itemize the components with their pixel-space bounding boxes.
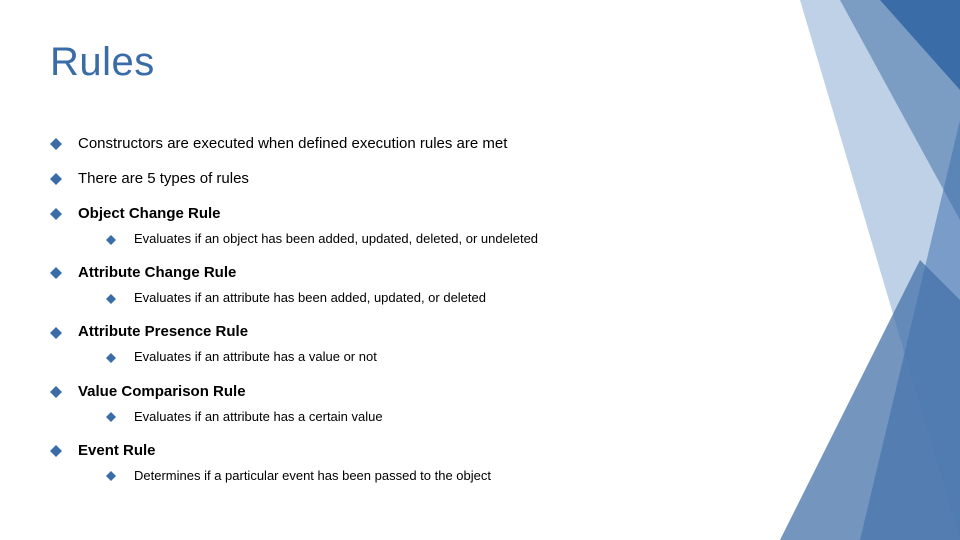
list-subitem: Evaluates if an attribute has a certain … bbox=[106, 408, 760, 426]
list-subitem-text: Evaluates if an attribute has a certain … bbox=[134, 409, 383, 424]
list-item: Value Comparison Rule Evaluates if an at… bbox=[50, 381, 760, 426]
list-subitem: Evaluates if an attribute has been added… bbox=[106, 289, 760, 307]
slide-content: Rules Constructors are executed when def… bbox=[50, 40, 760, 499]
list-item: Constructors are executed when defined e… bbox=[50, 133, 760, 154]
list-subitem-text: Evaluates if an attribute has been added… bbox=[134, 290, 486, 305]
list-item: There are 5 types of rules bbox=[50, 168, 760, 189]
list-subitem-text: Determines if a particular event has bee… bbox=[134, 468, 491, 483]
list-subitem: Evaluates if an attribute has a value or… bbox=[106, 348, 760, 366]
slide-title: Rules bbox=[50, 40, 760, 85]
list-item: Event Rule Determines if a particular ev… bbox=[50, 440, 760, 485]
bullet-list: Constructors are executed when defined e… bbox=[50, 133, 760, 485]
list-item-text: There are 5 types of rules bbox=[78, 170, 249, 187]
list-item-text: Attribute Change Rule bbox=[78, 264, 236, 281]
list-item-text: Constructors are executed when defined e… bbox=[78, 135, 507, 152]
slide: Rules Constructors are executed when def… bbox=[0, 0, 960, 540]
list-item: Attribute Presence Rule Evaluates if an … bbox=[50, 321, 760, 366]
list-subitem: Evaluates if an object has been added, u… bbox=[106, 230, 760, 248]
list-subitem-text: Evaluates if an attribute has a value or… bbox=[134, 349, 377, 364]
list-subitem: Determines if a particular event has bee… bbox=[106, 467, 760, 485]
list-item: Attribute Change Rule Evaluates if an at… bbox=[50, 262, 760, 307]
list-item-text: Object Change Rule bbox=[78, 205, 221, 222]
list-subitem-text: Evaluates if an object has been added, u… bbox=[134, 231, 538, 246]
list-item: Object Change Rule Evaluates if an objec… bbox=[50, 203, 760, 248]
list-item-text: Attribute Presence Rule bbox=[78, 323, 248, 340]
list-item-text: Event Rule bbox=[78, 442, 156, 459]
list-item-text: Value Comparison Rule bbox=[78, 383, 246, 400]
